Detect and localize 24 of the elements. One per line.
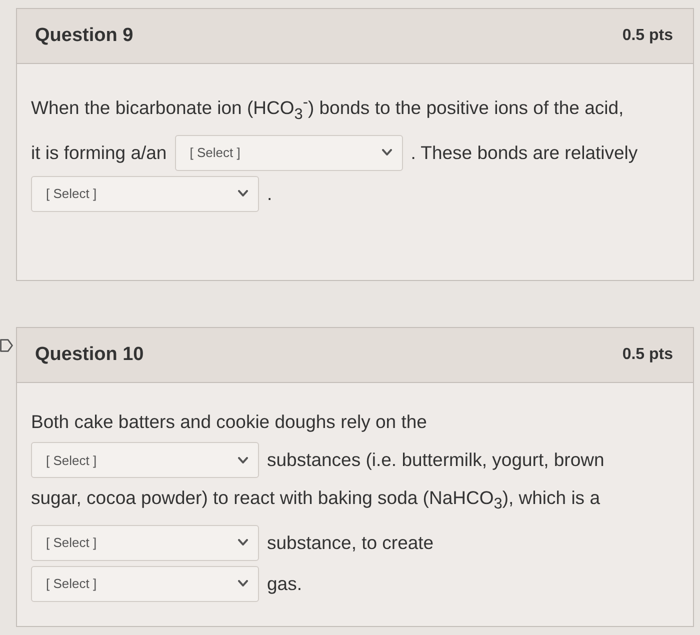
question-text: it is forming a/an [31,140,167,165]
question-title: Question 10 [35,344,144,366]
answer-dropdown[interactable]: [ Select ] [31,566,259,602]
question-text: substance, to create [267,530,434,555]
points-label: 0.5 pts [622,27,673,45]
question-text: . These bonds are relatively [410,140,638,165]
chevron-down-icon [238,539,248,546]
chevron-down-icon [238,580,248,588]
question-text: When the bicarbonate ion (HCO$_{3}$$^{-}$) bonds to the positive ions of the acid, [31,93,624,125]
answer-dropdown[interactable]: [ Select ] [31,524,259,561]
question-text: gas. [267,572,302,596]
answer-dropdown[interactable]: [ Select ] [31,176,259,212]
chevron-down-icon [382,149,392,156]
question-title: Question 9 [35,25,134,47]
question-text: substances (i.e. buttermilk, yogurt, brown [267,448,604,472]
question-text: sugar, cocoa powder) to react with baking soda (NaHCO$_{3}$), which is a [31,486,600,515]
points-label: 0.5 pts [622,346,673,364]
answer-dropdown[interactable]: [ Select ] [174,134,403,171]
chevron-down-icon [238,456,248,464]
answer-dropdown[interactable]: [ Select ] [31,442,259,478]
question-text: . [267,182,272,206]
arrow-marker-icon[interactable] [0,339,13,352]
chevron-down-icon [238,190,248,198]
question-text: Both cake batters and cookie doughs rely on the [31,410,427,434]
